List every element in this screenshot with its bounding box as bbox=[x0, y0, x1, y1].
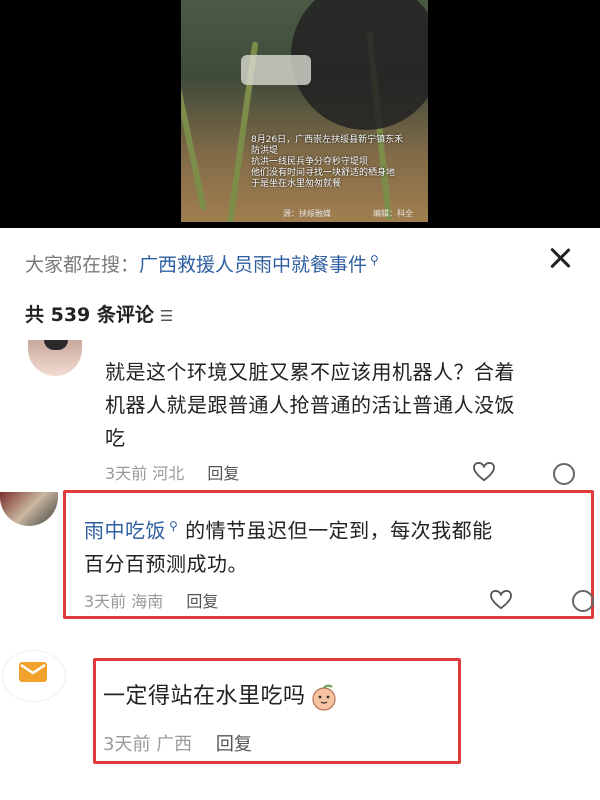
food-tray bbox=[241, 55, 311, 85]
caption-line: 抗洪一线民兵争分夺秒守堤坝 bbox=[251, 157, 369, 167]
comment-count-label: 共 539 条评论 bbox=[25, 304, 154, 326]
search-prefix: 大家都在搜： bbox=[25, 254, 140, 276]
like-icon[interactable] bbox=[473, 462, 495, 482]
comment-meta: 3天前 海南 回复 bbox=[84, 588, 218, 612]
video-source: 源：扶绥融媒 bbox=[283, 209, 331, 218]
comment-time: 3天前 bbox=[105, 464, 148, 483]
search-link[interactable]: 广西救援人员雨中就餐事件 bbox=[139, 254, 367, 276]
comment-line: 一定得站在水里吃吗 bbox=[103, 684, 306, 709]
caption-line: 8月26日，广西崇左扶绥县新宁镇东禾防洪堤 bbox=[251, 135, 404, 156]
comment-time: 3天前 bbox=[84, 592, 127, 611]
comment-line: 雨中吃饭 ⚲ 的情节虽迟但一定到，每次我都能 bbox=[84, 510, 584, 548]
video-editor: 编辑：科全 bbox=[373, 209, 413, 218]
close-icon[interactable] bbox=[548, 245, 572, 269]
video-thumbnail[interactable]: 8月26日，广西崇左扶绥县新宁镇东禾防洪堤 抗洪一线民兵争分夺秒守堤坝 他们没有… bbox=[181, 0, 428, 222]
caption-line: 于是坐在水里匆匆就餐 bbox=[251, 179, 342, 189]
video-caption: 8月26日，广西崇左扶绥县新宁镇东禾防洪堤 抗洪一线民兵争分夺秒守堤坝 他们没有… bbox=[251, 135, 411, 190]
avatar[interactable] bbox=[2, 650, 66, 702]
emoji-reaction-icon[interactable] bbox=[572, 590, 594, 612]
reply-button[interactable]: 回复 bbox=[186, 592, 218, 611]
envelope-icon bbox=[19, 662, 47, 682]
search-icon: ⚲ bbox=[169, 519, 179, 533]
person-silhouette bbox=[291, 0, 428, 130]
comment-location: 海南 bbox=[131, 592, 164, 611]
video-player[interactable]: 8月26日，广西崇左扶绥县新宁镇东禾防洪堤 抗洪一线民兵争分夺秒守堤坝 他们没有… bbox=[0, 0, 600, 228]
comment-location: 广西 bbox=[156, 734, 193, 755]
trending-search[interactable]: 大家都在搜：广西救援人员雨中就餐事件 ⚲ bbox=[25, 250, 379, 277]
caption-line: 他们没有时间寻找一块舒适的栖身地 bbox=[251, 168, 396, 178]
search-icon: ⚲ bbox=[370, 252, 379, 267]
comment-location: 河北 bbox=[152, 464, 185, 483]
comment-line: 吃 bbox=[105, 426, 126, 450]
comment-meta: 3天前 广西 回复 bbox=[103, 730, 252, 756]
comment-line: 就是这个环境又脏又累不应该用机器人？合着 bbox=[105, 360, 515, 384]
comment-text: 一定得站在水里吃吗 bbox=[103, 680, 338, 713]
sort-icon[interactable]: ☰ bbox=[160, 307, 173, 325]
avatar-hair bbox=[44, 340, 68, 350]
emoji-reaction-icon[interactable] bbox=[553, 463, 575, 485]
comment-text: 雨中吃饭 ⚲ 的情节虽迟但一定到，每次我都能 百分百预测成功。 bbox=[84, 510, 584, 581]
peach-emoji-icon bbox=[311, 684, 336, 711]
comment-text: 就是这个环境又脏又累不应该用机器人？合着 机器人就是跟普通人抢普通的活让普通人没… bbox=[105, 356, 575, 455]
comment-line-text: 的情节虽迟但一定到，每次我都能 bbox=[185, 518, 493, 543]
comment-count: 共 539 条评论 ☰ bbox=[25, 300, 173, 327]
comment-line: 百分百预测成功。 bbox=[84, 551, 248, 576]
comment-line: 机器人就是跟普通人抢普通的活让普通人没饭 bbox=[105, 393, 515, 417]
user-mention-link[interactable]: 雨中吃饭 bbox=[84, 519, 166, 543]
reply-button[interactable]: 回复 bbox=[207, 464, 239, 483]
comment-time: 3天前 bbox=[103, 734, 151, 755]
like-icon[interactable] bbox=[490, 590, 512, 610]
reply-button[interactable]: 回复 bbox=[216, 734, 252, 755]
comment-meta: 3天前 河北 回复 bbox=[105, 460, 239, 484]
leaf-decoration bbox=[181, 23, 207, 211]
